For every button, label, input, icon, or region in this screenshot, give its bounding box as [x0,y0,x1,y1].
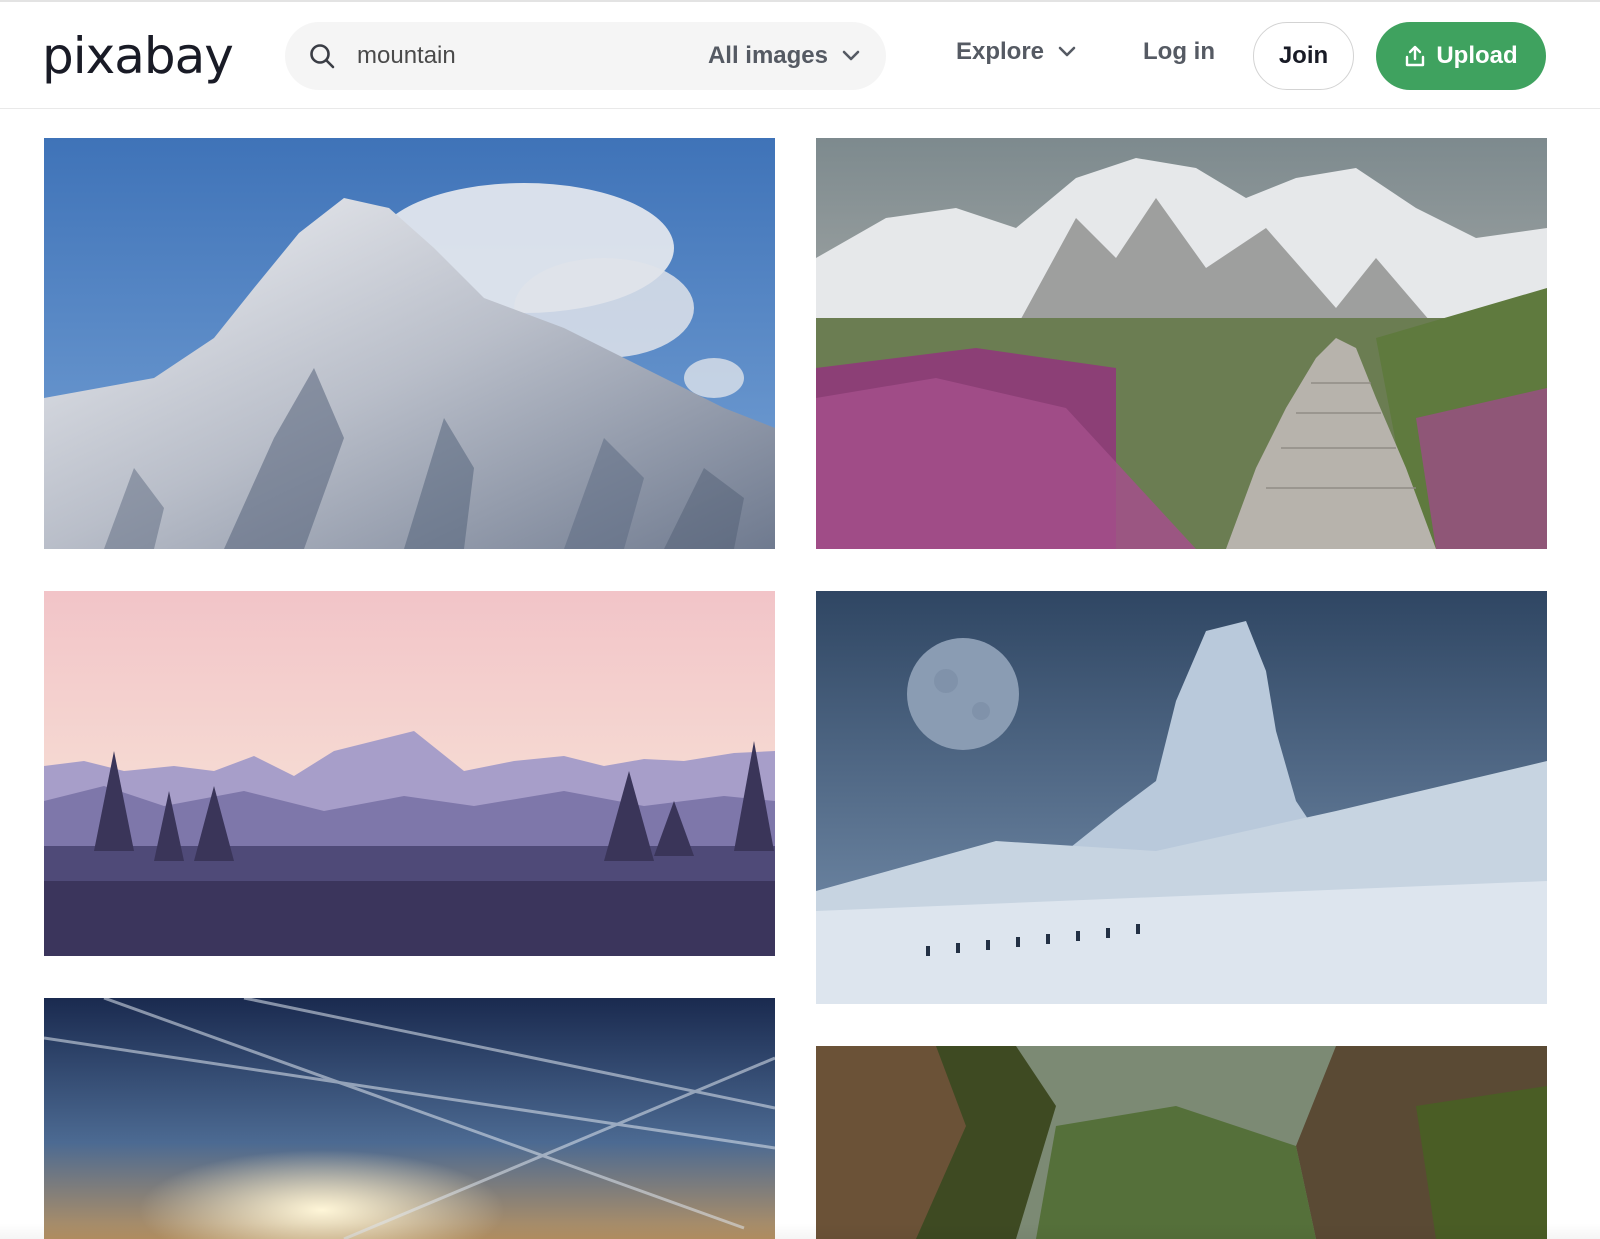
login-link[interactable]: Log in [1143,38,1215,66]
search-icon[interactable] [309,43,335,69]
explore-menu[interactable]: Explore [956,38,1076,66]
result-image-contrails-sunrise[interactable] [44,998,775,1239]
result-image-silhouette[interactable] [44,591,775,956]
chevron-down-icon [842,50,860,61]
result-image-stone-path[interactable] [816,138,1547,549]
result-image-snowy-peak[interactable] [44,138,775,549]
upload-button[interactable]: Upload [1376,22,1546,90]
image-type-dropdown[interactable]: All images [708,39,860,73]
explore-label: Explore [956,38,1045,65]
result-image-green-canyon[interactable] [816,1046,1547,1239]
image-type-label: All images [707,42,828,69]
join-button[interactable]: Join [1253,22,1354,90]
search-bar[interactable]: All images [285,22,886,90]
pixabay-logo[interactable]: pixabay [42,28,234,84]
search-input[interactable] [357,36,657,76]
upload-label: Upload [1436,42,1518,69]
chevron-down-icon [1058,46,1076,57]
site-header: pixabay All images Explore Log in Join U… [0,2,1600,109]
page-bottom-fade [0,1223,1600,1239]
result-image-statue-moon[interactable] [816,591,1547,1004]
upload-icon [1406,45,1425,67]
